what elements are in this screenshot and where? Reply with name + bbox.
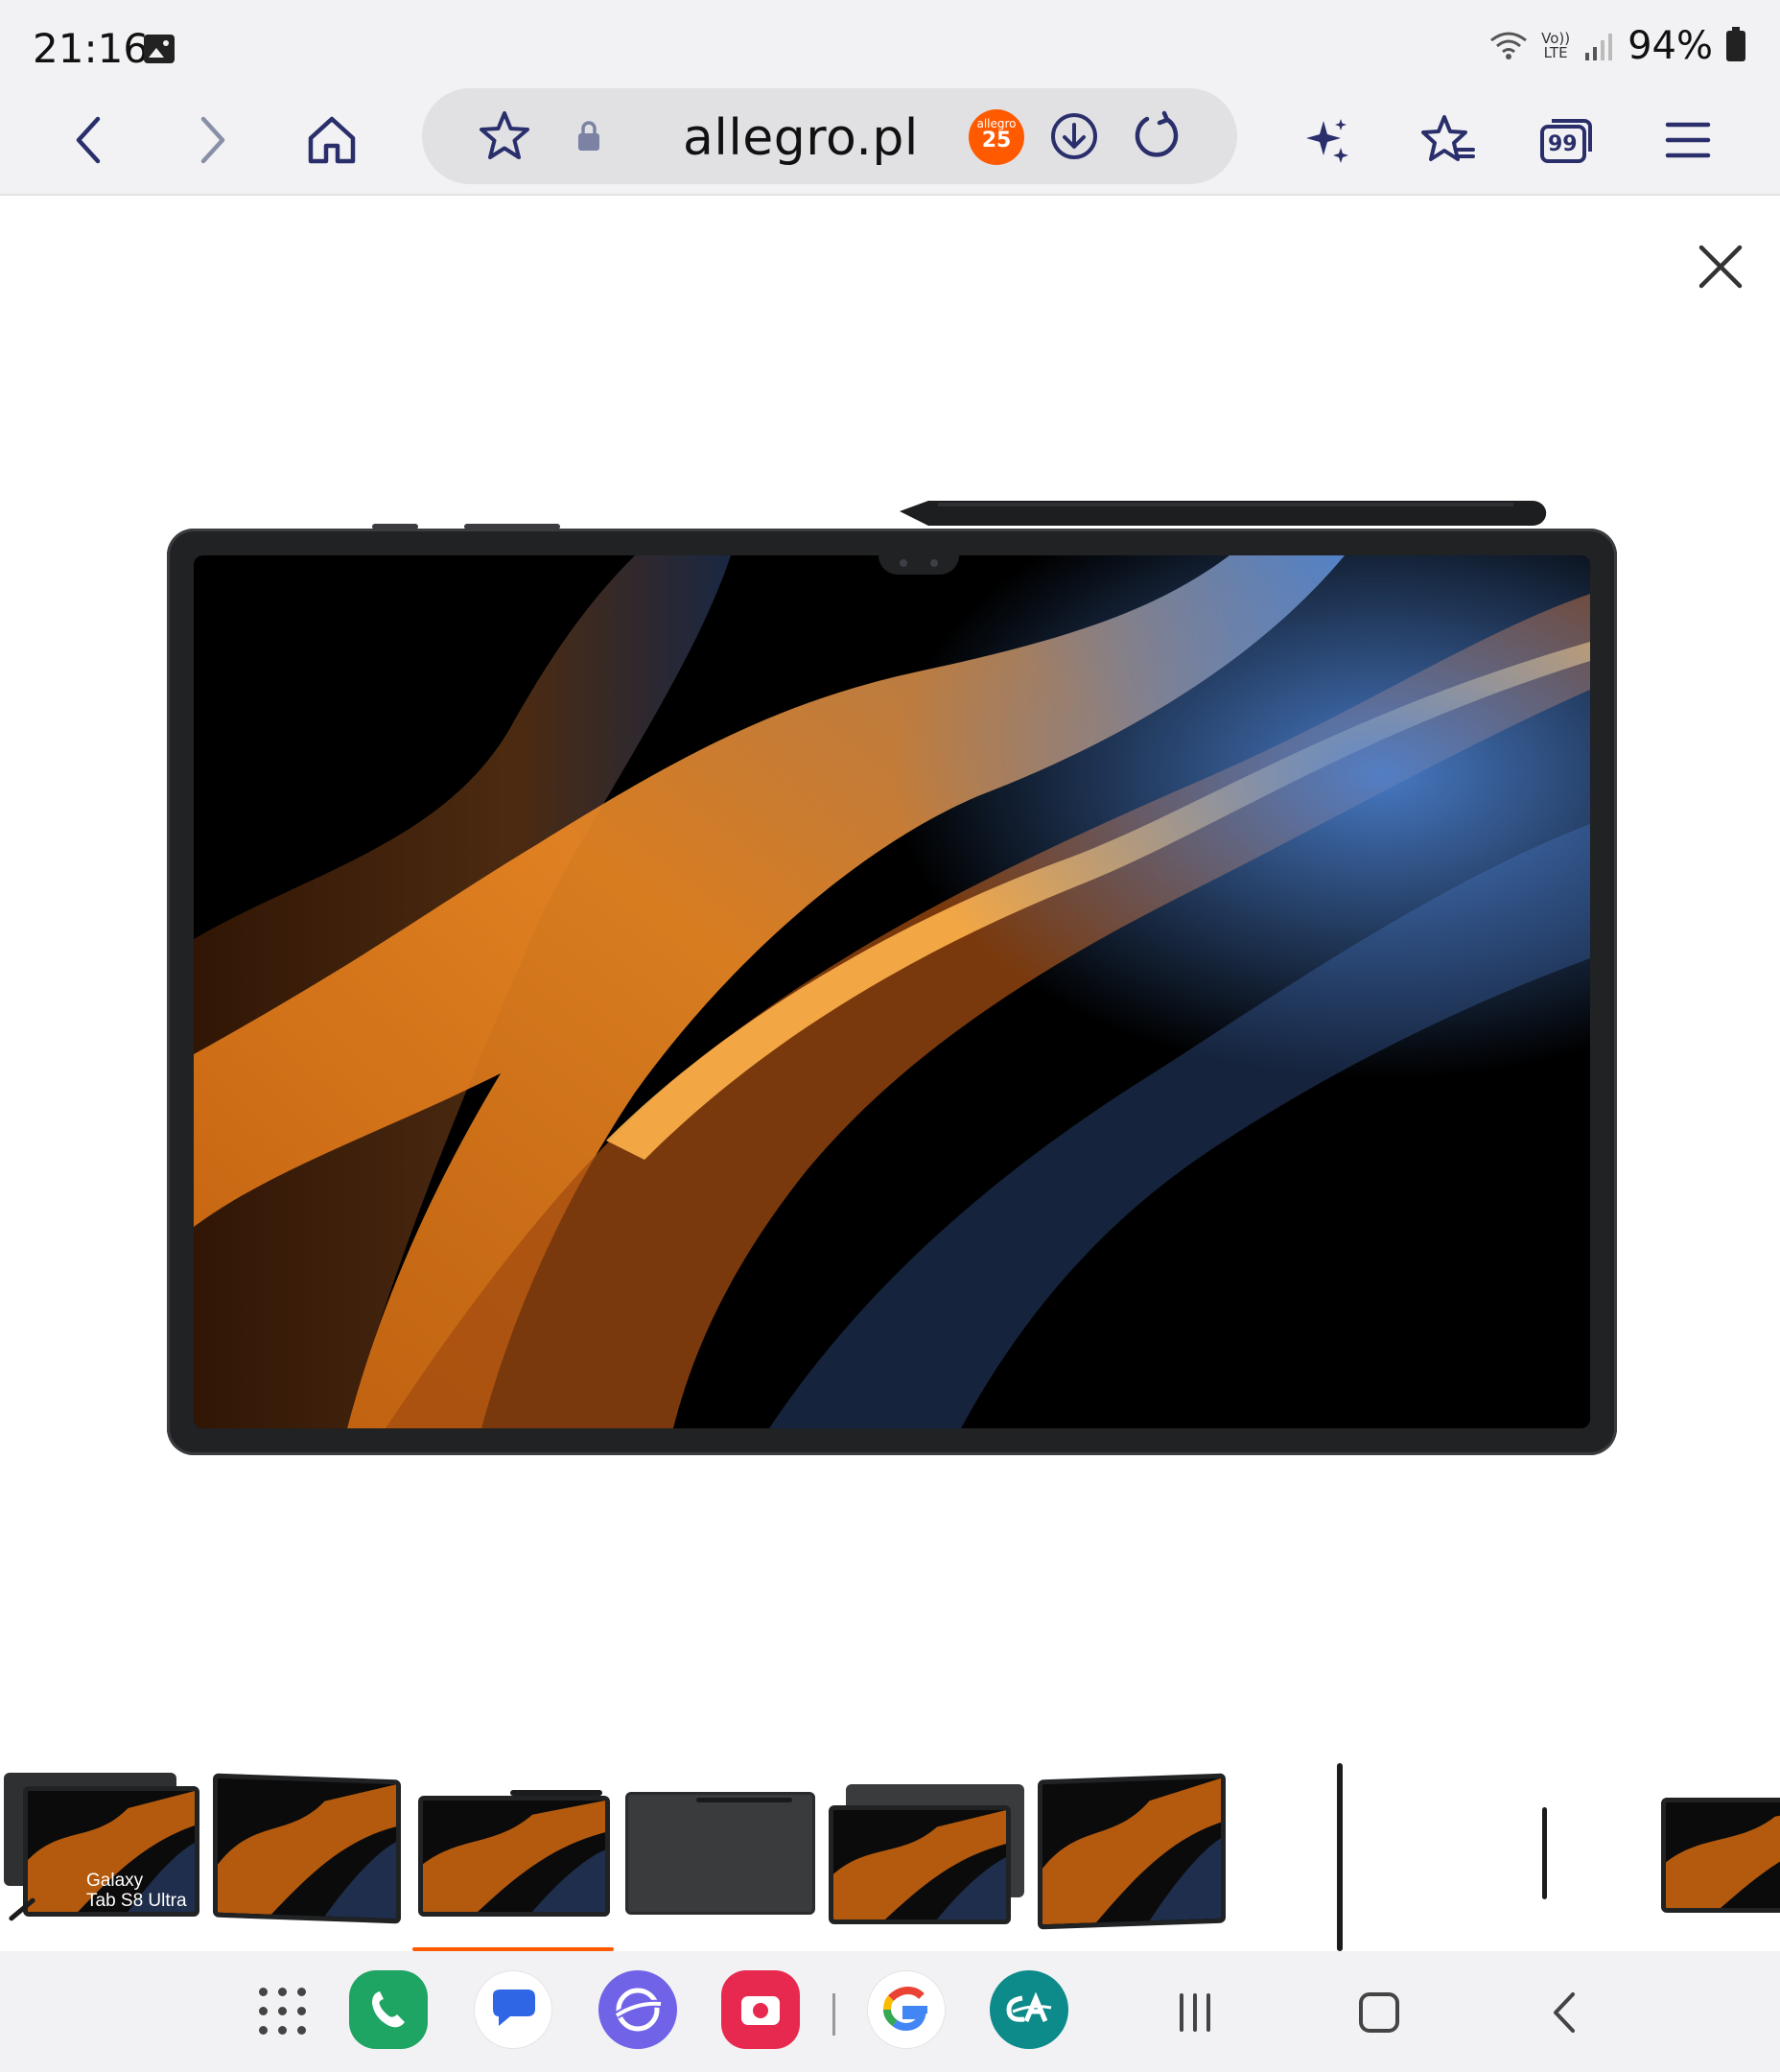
internet-app[interactable]: [598, 1970, 677, 2049]
thumbnail-3[interactable]: [418, 1763, 610, 1951]
battery-icon: [1726, 27, 1745, 61]
lock-icon: [578, 121, 599, 151]
menu-icon: [1665, 122, 1711, 158]
google-icon: [883, 1986, 927, 2031]
thumb-wallpaper: [1666, 1815, 1780, 1908]
image-viewer: [0, 198, 1780, 1951]
bookmarks-button[interactable]: [1412, 104, 1485, 177]
wallpaper-image: [194, 555, 1590, 1428]
thumb-wallpaper: [423, 1801, 605, 1912]
thumbnail-1[interactable]: Galaxy Tab S8 Ultra: [0, 1763, 201, 1951]
thumbnail-2[interactable]: [213, 1763, 401, 1951]
tabs-button[interactable]: 99: [1531, 104, 1604, 177]
site-info-button[interactable]: [558, 106, 620, 167]
address-bar[interactable]: allegro.pl allegro 25: [422, 88, 1237, 184]
battery-percentage: 94%: [1628, 24, 1713, 68]
screen: 21:16 Vo)) LTE 94% allegro.pl allegro 25…: [0, 0, 1780, 2072]
thumb-screen: [418, 1796, 610, 1917]
phone-icon: [372, 1991, 405, 2028]
back-nav-icon: [1554, 1992, 1575, 2033]
stylus-image: [900, 501, 1547, 526]
thumb-stylus: [696, 1798, 792, 1802]
tablet-button: [372, 524, 418, 530]
home-nav-icon: [1359, 1992, 1399, 2033]
camera-dot: [930, 559, 938, 567]
bookmark-star-icon: [480, 111, 529, 159]
thumbnail-strip: Galaxy Tab S8 Ultra: [0, 1763, 1780, 1951]
ai-assistant-button[interactable]: [1291, 104, 1364, 177]
thumb-screen: [213, 1773, 401, 1924]
add-bookmark-button[interactable]: [474, 106, 535, 167]
ai-sparkle-icon: [1306, 119, 1348, 163]
credit-agricole-app[interactable]: [990, 1970, 1068, 2049]
screen-recorder-icon: [741, 1996, 780, 2025]
taskbar: [0, 1951, 1780, 2072]
back-nav-button[interactable]: [1538, 1986, 1592, 2039]
download-icon: [1051, 113, 1097, 159]
tablet-product-image[interactable]: [167, 524, 1617, 1455]
signal-icon: [1585, 34, 1613, 60]
google-app[interactable]: [867, 1970, 946, 2049]
home-icon: [308, 116, 356, 164]
thumbnail-8[interactable]: [1454, 1763, 1646, 1951]
allegro-badge-icon[interactable]: allegro 25: [969, 109, 1024, 165]
tablet-button: [464, 524, 560, 530]
tablet-screen: [194, 555, 1590, 1428]
messages-app[interactable]: [474, 1970, 552, 2049]
credit-agricole-icon: [1006, 1991, 1052, 2022]
messages-icon: [493, 1990, 535, 2026]
bookmarks-icon: [1421, 115, 1475, 161]
thumb-screen: [1661, 1798, 1780, 1913]
close-viewer-button[interactable]: [1692, 238, 1749, 295]
gallery-icon: [144, 35, 175, 63]
tabs-count: 99: [1548, 132, 1578, 156]
recents-button[interactable]: [1168, 1986, 1222, 2039]
internet-icon: [614, 1988, 662, 2032]
phone-app[interactable]: [349, 1970, 428, 2049]
status-indicators: Vo)) LTE 94%: [1489, 24, 1745, 68]
thumbnail-7[interactable]: [1247, 1763, 1439, 1951]
wifi-icon: [1490, 32, 1528, 59]
thumb-stylus: [1542, 1807, 1547, 1899]
screen-recorder-app[interactable]: [721, 1970, 800, 2049]
back-button[interactable]: [52, 104, 125, 177]
thumb-wallpaper: [833, 1810, 1006, 1919]
thumbnail-9[interactable]: [1661, 1763, 1780, 1951]
forward-button[interactable]: [176, 104, 249, 177]
thumb-wallpaper: [218, 1784, 396, 1919]
thumbnail-4[interactable]: [625, 1763, 815, 1951]
home-button[interactable]: [295, 104, 368, 177]
menu-button[interactable]: [1651, 104, 1724, 177]
browser-toolbar: allegro.pl allegro 25 99: [0, 88, 1780, 196]
thumb-screen: [829, 1805, 1011, 1924]
camera-dot: [900, 559, 907, 567]
thumb-stylus: [1337, 1763, 1343, 1951]
download-button[interactable]: [1043, 106, 1105, 167]
reload-icon: [1135, 110, 1179, 157]
thumbnail-5[interactable]: [829, 1763, 1024, 1951]
thumb-device-back: [625, 1792, 815, 1915]
taskbar-divider: [832, 1993, 835, 2036]
forward-icon: [200, 116, 225, 164]
badge-line2: 25: [981, 129, 1012, 153]
network-type-label: Vo)) LTE: [1541, 30, 1571, 61]
status-time: 21:16: [33, 25, 150, 72]
camera-notch: [878, 555, 959, 575]
thumbnail-6[interactable]: [1038, 1763, 1228, 1951]
apps-grid-icon[interactable]: [259, 1988, 307, 2036]
url-text[interactable]: allegro.pl: [683, 109, 919, 167]
status-bar: 21:16 Vo)) LTE 94%: [0, 0, 1780, 88]
thumb-caption: Galaxy Tab S8 Ultra: [86, 1871, 187, 1911]
recents-icon: [1180, 1993, 1210, 2032]
thumb-wallpaper: [1042, 1778, 1221, 1925]
back-icon: [76, 116, 101, 164]
reload-button[interactable]: [1126, 106, 1187, 167]
thumb-screen: [1038, 1773, 1226, 1930]
home-nav-button[interactable]: [1352, 1986, 1406, 2039]
close-icon: [1698, 245, 1743, 289]
